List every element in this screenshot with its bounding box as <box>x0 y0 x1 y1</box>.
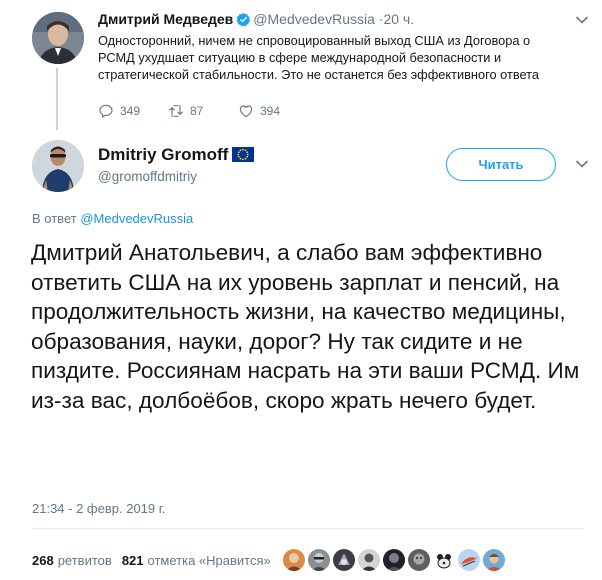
retweet-count: 87 <box>190 104 204 118</box>
main-author-name-row: Dmitriy Gromoff <box>98 145 255 167</box>
liker-avatar[interactable] <box>382 549 405 571</box>
like-stat[interactable]: 821 отметка «Нравится» <box>122 553 271 568</box>
liker-avatar[interactable] <box>432 549 455 571</box>
parent-author-handle[interactable]: @MedvedevRussia <box>253 11 375 27</box>
liker-avatar[interactable] <box>357 549 380 571</box>
liker-avatars <box>282 549 508 571</box>
main-author-avatar[interactable] <box>32 140 84 192</box>
liker-avatar[interactable] <box>407 549 430 571</box>
like-stat-label: отметка «Нравится» <box>147 552 271 568</box>
retweet-button[interactable]: 87 <box>168 103 238 119</box>
reply-prefix: В ответ <box>32 211 77 226</box>
liker-avatar[interactable] <box>457 549 480 571</box>
main-more-chevron-icon[interactable] <box>575 157 589 176</box>
follow-button[interactable]: Читать <box>446 148 556 181</box>
parent-more-chevron-icon[interactable] <box>575 13 589 32</box>
verified-badge-icon <box>236 12 251 27</box>
main-tweet-text: Дмитрий Анатольевич, а слабо вам эффекти… <box>31 240 580 413</box>
tweet-timestamp[interactable]: 21:34 - 2 февр. 2019 г. <box>32 501 166 516</box>
liker-avatar[interactable] <box>332 549 355 571</box>
retweet-stat[interactable]: 268 ретвитов <box>32 553 112 568</box>
reply-button[interactable]: 349 <box>98 103 168 119</box>
main-author-handle[interactable]: @gromoffdmitriy <box>98 169 197 184</box>
like-count: 394 <box>260 104 281 118</box>
like-button[interactable]: 394 <box>238 103 308 119</box>
divider <box>32 528 584 529</box>
reply-to-link[interactable]: @MedvedevRussia <box>80 211 193 226</box>
thread-connector-line <box>56 68 58 130</box>
parent-tweet-header: Дмитрий Медведев @MedvedevRussia ·20 ч. <box>98 11 414 27</box>
tweet-stats: 268 ретвитов 821 отметка «Нравится» <box>32 549 508 571</box>
reply-icon <box>99 104 113 118</box>
parent-tweet-text: Односторонний, ничем не спровоцированный… <box>98 33 540 82</box>
parent-tweet-time[interactable]: ·20 ч. <box>379 11 414 27</box>
main-author-name[interactable]: Dmitriy Gromoff <box>98 145 228 164</box>
reply-context: В ответ @MedvedevRussia <box>32 211 193 226</box>
retweet-icon <box>169 105 183 117</box>
parent-author-name[interactable]: Дмитрий Медведев <box>98 11 233 27</box>
parent-tweet-actions: 349 87 394 <box>98 103 308 119</box>
liker-avatar[interactable] <box>307 549 330 571</box>
retweet-stat-label: ретвитов <box>57 552 112 568</box>
liker-avatar[interactable] <box>482 549 505 571</box>
eu-flag-icon <box>232 147 255 167</box>
retweet-stat-count: 268 <box>32 552 54 568</box>
parent-author-avatar[interactable] <box>32 12 84 64</box>
heart-icon <box>239 105 253 118</box>
reply-count: 349 <box>120 104 141 118</box>
like-stat-count: 821 <box>121 552 144 568</box>
liker-avatar[interactable] <box>282 549 305 571</box>
